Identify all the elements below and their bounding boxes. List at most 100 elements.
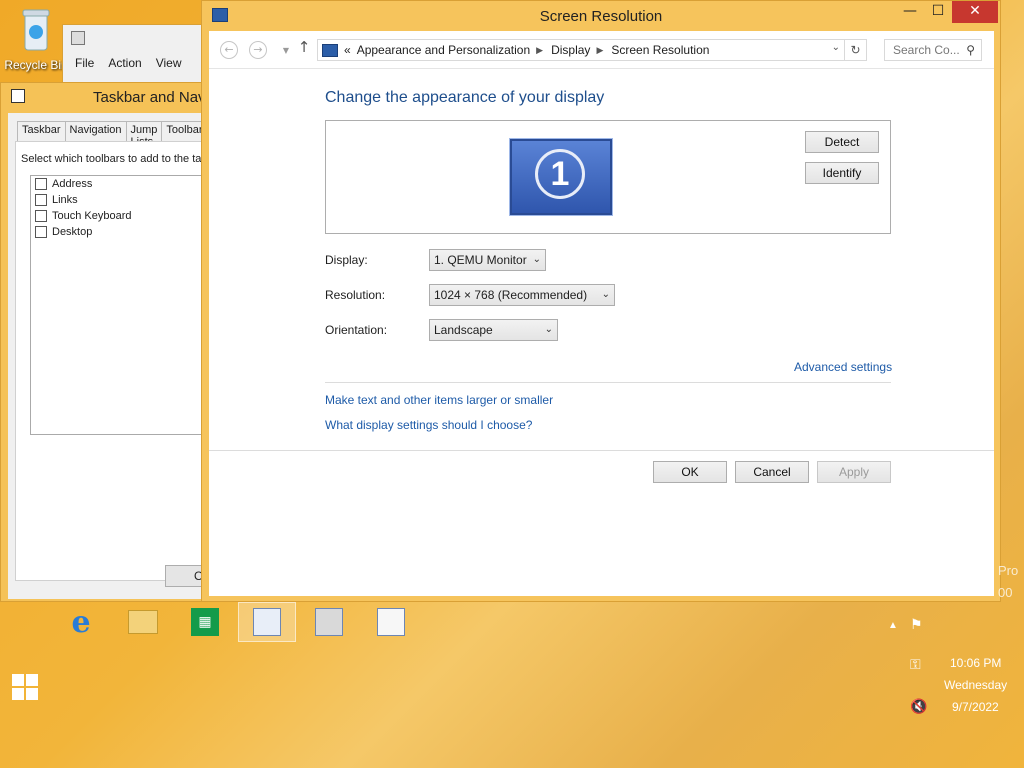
page-title: Change the appearance of your display <box>325 89 605 106</box>
windows-start-icon[interactable] <box>10 672 40 702</box>
computer-management-icon <box>315 608 343 636</box>
windows-watermark: Pro 00 <box>998 560 1018 604</box>
chevron-down-icon: ⌄ <box>532 254 541 265</box>
taskbar: e ▦ ▲ ⚑ ⚿ 🔇 10:06 PM Wednesday 9/7/2022 <box>0 602 1024 768</box>
monitor-arrangement-area: 1 Detect Identify <box>325 120 891 234</box>
orientation-select-value: Landscape <box>434 323 493 337</box>
orientation-select[interactable]: Landscape ⌄ <box>429 319 558 341</box>
mmc-menubar: File Action View <box>63 52 213 74</box>
display-select-value: 1. QEMU Monitor <box>434 253 527 267</box>
minimize-button[interactable]: — <box>896 1 924 23</box>
toolbar-touch-keyboard[interactable]: Touch Keyboard <box>31 208 205 224</box>
taskbar-screen-resolution[interactable] <box>238 602 296 642</box>
taskbar-store[interactable]: ▦ <box>176 602 234 642</box>
toolbar-links[interactable]: Links <box>31 192 205 208</box>
checkbox[interactable] <box>35 210 47 222</box>
recycle-bin-label: Recycle Bin <box>4 58 68 72</box>
toolbar-label: Address <box>52 178 93 190</box>
store-icon: ▦ <box>191 608 219 636</box>
toolbar-label: Links <box>52 194 78 206</box>
address-bar[interactable]: « Appearance and Personalization ▶ Displ… <box>317 39 867 61</box>
orientation-label: Orientation: <box>325 323 388 337</box>
taskbar-file-explorer[interactable] <box>114 602 172 642</box>
display-settings-icon <box>253 608 281 636</box>
taskbar-internet-explorer[interactable]: e <box>52 602 110 642</box>
advanced-settings-link[interactable]: Advanced settings <box>794 360 892 374</box>
search-placeholder: Search Co... <box>893 43 960 57</box>
breadcrumb-prefix[interactable]: « <box>344 43 351 57</box>
watermark-line-2: 00 <box>998 585 1013 600</box>
toolbar-label: Desktop <box>52 226 93 238</box>
maximize-button[interactable]: ☐ <box>924 1 952 23</box>
menu-view[interactable]: View <box>150 54 188 72</box>
toolbars-hint: Select which toolbars to add to the task… <box>21 153 231 165</box>
monitor-1-icon[interactable]: 1 <box>509 138 613 216</box>
taskbar-properties-window[interactable]: Taskbar and Navigation properties Taskba… <box>0 82 321 602</box>
taskbar-properties-icon <box>11 89 25 103</box>
checkbox[interactable] <box>35 178 47 190</box>
taskbar-properties-ok-button[interactable]: OK <box>165 565 211 587</box>
window-client: ← → ▼ ↑ « Appearance and Personalization… <box>209 31 994 596</box>
checkbox[interactable] <box>35 194 47 206</box>
checkbox[interactable] <box>35 226 47 238</box>
title-bar[interactable]: Screen Resolution — ☐ ✕ <box>202 1 1000 31</box>
action-center-flag-icon[interactable]: ⚑ <box>910 616 923 633</box>
display-label: Display: <box>325 253 368 267</box>
display-settings-help-link[interactable]: What display settings should I choose? <box>325 418 532 432</box>
display-select[interactable]: 1. QEMU Monitor ⌄ <box>429 249 546 271</box>
mmc-icon <box>71 31 85 45</box>
screen-resolution-window[interactable]: Screen Resolution — ☐ ✕ ← → ▼ ↑ « Appear… <box>201 0 1001 602</box>
clock-time[interactable]: 10:06 PM <box>950 656 1001 670</box>
up-arrow-icon[interactable]: ↑ <box>297 39 311 57</box>
breadcrumb-separator-icon[interactable]: ▶ <box>536 45 543 56</box>
ok-button[interactable]: OK <box>653 461 727 483</box>
toolbar-desktop[interactable]: Desktop <box>31 224 205 240</box>
toolbars-list: Address Links Touch Keyboard Desktop <box>30 175 205 435</box>
network-icon[interactable]: ⚿ <box>910 656 921 673</box>
back-arrow-icon[interactable]: ← <box>220 41 238 59</box>
refresh-icon[interactable]: ↻ <box>844 40 866 60</box>
cancel-button[interactable]: Cancel <box>735 461 809 483</box>
monitor-number: 1 <box>535 149 585 199</box>
menu-action[interactable]: Action <box>102 54 147 72</box>
volume-muted-icon[interactable]: 🔇 <box>910 698 927 715</box>
mmc-window[interactable]: File Action View <box>62 24 212 84</box>
text-size-link[interactable]: Make text and other items larger or smal… <box>325 393 553 407</box>
address-dropdown-icon[interactable]: ⌄ <box>832 42 840 53</box>
recycle-bin[interactable]: Recycle Bin <box>4 4 68 80</box>
folder-icon <box>128 610 158 634</box>
close-button[interactable]: ✕ <box>952 1 998 23</box>
control-panel-icon <box>322 43 338 57</box>
taskbar-taskbar-properties[interactable] <box>362 602 420 642</box>
taskbar-computer-management[interactable] <box>300 602 358 642</box>
internet-explorer-icon: e <box>71 604 91 640</box>
search-input[interactable]: Search Co... ⚲ <box>884 39 982 61</box>
chevron-down-icon: ⌄ <box>544 324 553 335</box>
chevron-down-icon: ⌄ <box>601 289 610 300</box>
clock-date[interactable]: 9/7/2022 <box>952 700 999 714</box>
breadcrumb-screen-resolution[interactable]: Screen Resolution <box>611 43 709 57</box>
taskbar-properties-body: Taskbar Navigation Jump Lists Toolbars S… <box>8 113 231 599</box>
forward-arrow-icon[interactable]: → <box>249 41 267 59</box>
identify-button[interactable]: Identify <box>805 162 879 184</box>
apply-button[interactable]: Apply <box>817 461 891 483</box>
breadcrumb-display[interactable]: Display <box>551 43 590 57</box>
toolbar-address[interactable]: Address <box>31 176 205 192</box>
toolbar-label: Touch Keyboard <box>52 210 132 222</box>
recycle-bin-icon <box>21 8 51 52</box>
system-tray: ▲ ⚑ ⚿ 🔇 10:06 PM Wednesday 9/7/2022 <box>880 612 1020 752</box>
show-hidden-icons-icon[interactable]: ▲ <box>888 620 898 631</box>
breadcrumb-appearance[interactable]: Appearance and Personalization <box>357 43 530 57</box>
resolution-select[interactable]: 1024 × 768 (Recommended) ⌄ <box>429 284 615 306</box>
menu-file[interactable]: File <box>69 54 100 72</box>
resolution-label: Resolution: <box>325 288 386 302</box>
search-icon[interactable]: ⚲ <box>966 43 975 57</box>
clock-day[interactable]: Wednesday <box>944 678 1007 692</box>
resolution-select-value: 1024 × 768 (Recommended) <box>434 288 588 302</box>
recent-pages-chevron-icon[interactable]: ▼ <box>277 43 295 61</box>
divider <box>325 382 891 383</box>
navigation-bar: ← → ▼ ↑ « Appearance and Personalization… <box>209 31 994 69</box>
breadcrumb-separator-icon[interactable]: ▶ <box>596 45 603 56</box>
detect-button[interactable]: Detect <box>805 131 879 153</box>
window-title: Screen Resolution <box>539 8 663 25</box>
